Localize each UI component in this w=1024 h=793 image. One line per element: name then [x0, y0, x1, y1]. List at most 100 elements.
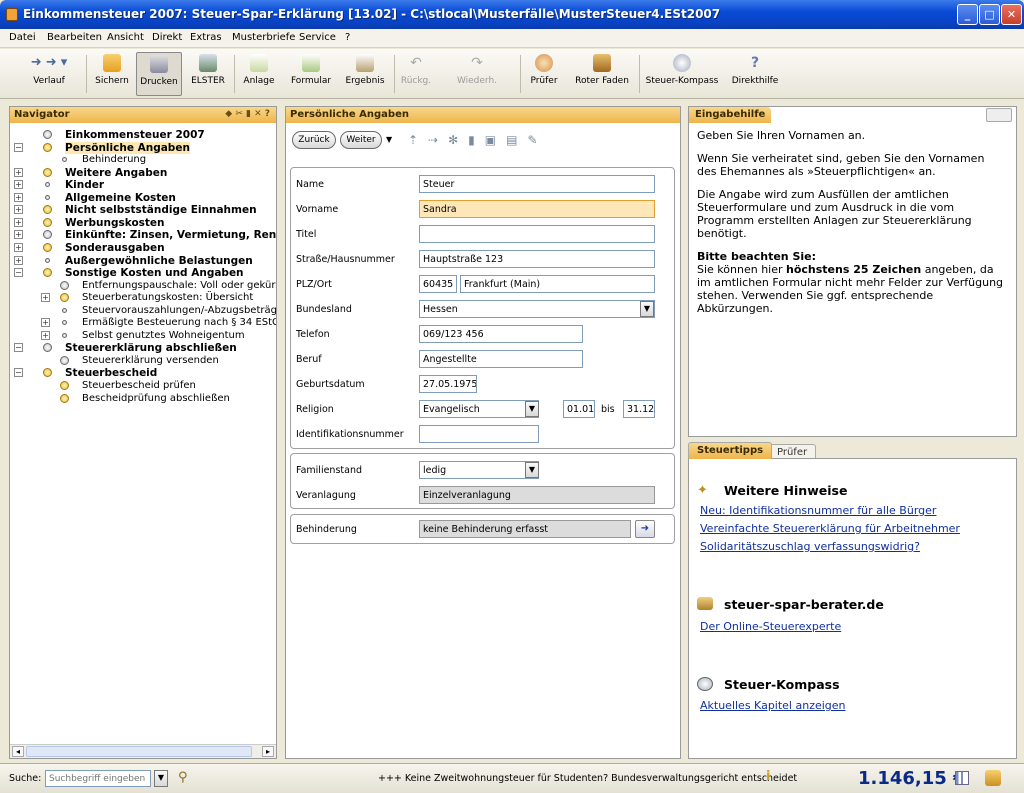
religion-to-field[interactable]: 31.12	[623, 400, 655, 418]
zurueck-button[interactable]: Zurück	[292, 131, 336, 149]
nav-item-einkuenfte[interactable]: Einkünfte: Zinsen, Vermietung, Renten	[65, 229, 276, 241]
sichern-button[interactable]: Sichern	[92, 52, 132, 96]
menu-datei[interactable]: Datei	[9, 32, 36, 43]
geburtsdatum-field[interactable]: 27.05.1975	[419, 375, 477, 393]
religion-from-field[interactable]: 01.01	[563, 400, 595, 418]
religion-dropdown-icon[interactable]: ▼	[525, 401, 539, 417]
roter-faden-button[interactable]: Roter Faden	[572, 52, 632, 96]
nav-item-kinder[interactable]: Kinder	[65, 179, 104, 191]
search-input[interactable]	[45, 770, 151, 787]
nav-item-entfernungspauschale[interactable]: Entfernungspauschale: Voll oder gekürzt	[82, 280, 276, 292]
minimize-button[interactable]: _	[957, 4, 978, 25]
elster-button[interactable]: ELSTER	[188, 52, 228, 96]
menu-musterbriefe[interactable]: Musterbriefe	[232, 32, 295, 43]
ort-field[interactable]: Frankfurt (Main)	[460, 275, 655, 293]
plz-field[interactable]: 60435	[419, 275, 457, 293]
pruefer-button[interactable]: Prüfer	[526, 52, 562, 96]
tip-link-aktuelles-kapitel[interactable]: Aktuelles Kapitel anzeigen	[700, 699, 846, 712]
menu-bearbeiten[interactable]: Bearbeiten	[47, 32, 102, 43]
maximize-button[interactable]: □	[979, 4, 1000, 25]
menu-service[interactable]: Service	[299, 32, 336, 43]
expand-toggle-icon[interactable]: +	[14, 230, 23, 240]
menu-extras[interactable]: Extras	[190, 32, 222, 43]
nav-item-bescheidpruefung-abschliessen[interactable]: Bescheidprüfung abschließen	[82, 393, 230, 405]
lock-icon[interactable]	[985, 770, 1001, 786]
expand-toggle-icon[interactable]: +	[14, 180, 23, 190]
expand-toggle-icon[interactable]: −	[14, 343, 23, 353]
familienstand-select[interactable]: ledig	[419, 461, 539, 479]
tip-link-identifikationsnummer[interactable]: Neu: Identifikationsnummer für alle Bürg…	[700, 504, 936, 517]
nav-item-werbungskosten[interactable]: Werbungskosten	[65, 217, 165, 229]
help-options-icon[interactable]	[986, 108, 1012, 122]
anlage-button[interactable]: Anlage	[238, 52, 280, 96]
close-button[interactable]: ✕	[1001, 4, 1022, 25]
tip-link-vereinfachte-erklaerung[interactable]: Vereinfachte Steuererklärung für Arbeitn…	[700, 522, 960, 535]
expand-toggle-icon[interactable]: +	[14, 167, 23, 177]
undo-button[interactable]: ↶ Rückg.	[398, 52, 434, 96]
navigator-horizontal-scrollbar[interactable]: ◂ ▸	[10, 744, 276, 758]
expand-toggle-icon[interactable]: +	[14, 217, 23, 227]
direkthilfe-button[interactable]: ? Direkthilfe	[730, 52, 780, 96]
nav-item-nicht-selbststaendige-einnahmen[interactable]: Nicht selbstständige Einnahmen	[65, 204, 257, 216]
religion-select[interactable]: Evangelisch	[419, 400, 539, 418]
menu-ansicht[interactable]: Ansicht	[107, 32, 144, 43]
tab-steuertipps[interactable]: Steuertipps	[688, 442, 773, 459]
chart-bars-icon[interactable]	[955, 771, 969, 785]
nav-item-sonderausgaben[interactable]: Sonderausgaben	[65, 242, 165, 254]
tip-link-online-steuerexperte[interactable]: Der Online-Steuerexperte	[700, 620, 841, 633]
expand-toggle-icon[interactable]: +	[14, 242, 23, 252]
info-icon[interactable]: i	[766, 769, 770, 784]
nav-item-sonstige-kosten[interactable]: Sonstige Kosten und Angaben	[65, 267, 244, 279]
nav-item-persoenliche-angaben[interactable]: Persönliche Angaben	[65, 141, 190, 154]
nav-item-aussergewoehnliche-belastungen[interactable]: Außergewöhnliche Belastungen	[65, 255, 253, 267]
formular-button[interactable]: Formular	[288, 52, 334, 96]
nav-item-wohneigentum[interactable]: Selbst genutztes Wohneigentum	[82, 330, 245, 342]
nav-item-steuervorauszahlungen[interactable]: Steuervorauszahlungen/-Abzugsbeträge	[82, 305, 276, 317]
drucken-button[interactable]: Drucken	[136, 52, 182, 96]
tip-link-solidaritaetszuschlag[interactable]: Solidaritätszuschlag verfassungswidrig?	[700, 540, 920, 553]
telefon-field[interactable]: 069/123 456	[419, 325, 583, 343]
bundesland-dropdown-icon[interactable]: ▼	[640, 301, 654, 317]
nav-item-steuerberatungskosten[interactable]: Steuerberatungskosten: Übersicht	[82, 292, 253, 304]
nav-item-einkommensteuer-2007[interactable]: Einkommensteuer 2007	[65, 129, 205, 141]
binoculars-icon[interactable]: ⚲	[178, 770, 188, 785]
beruf-field[interactable]: Angestellte	[419, 350, 583, 368]
expand-toggle-icon[interactable]: −	[14, 142, 23, 152]
menu-direkt[interactable]: Direkt	[152, 32, 182, 43]
vorname-field[interactable]: Sandra	[419, 200, 655, 218]
redo-button[interactable]: ↷ Wiederh.	[454, 52, 500, 96]
news-ticker[interactable]: +++ Keine Zweitwohnungsteuer für Student…	[378, 773, 797, 784]
expand-toggle-icon[interactable]: +	[41, 318, 50, 328]
scroll-thumb[interactable]	[26, 746, 252, 757]
nav-item-steuerbescheid-pruefen[interactable]: Steuerbescheid prüfen	[82, 380, 196, 392]
nav-item-steuererklaerung-versenden[interactable]: Steuererklärung versenden	[82, 355, 219, 367]
idnr-field[interactable]	[419, 425, 539, 443]
ergebnis-button[interactable]: Ergebnis	[342, 52, 388, 96]
titel-field[interactable]	[419, 225, 655, 243]
expand-toggle-icon[interactable]: +	[14, 205, 23, 215]
help-tab[interactable]: Eingabehilfe	[689, 107, 771, 123]
navigator-tools-icon[interactable]: ◆ ✂ ▮ ✕ ?	[225, 109, 270, 119]
nav-item-allgemeine-kosten[interactable]: Allgemeine Kosten	[65, 192, 176, 204]
nav-item-ermaessigte-besteuerung[interactable]: Ermäßigte Besteuerung nach § 34 EStG	[82, 317, 276, 329]
behinderung-go-arrow-icon[interactable]: ➜	[635, 520, 655, 538]
form-tools-icon[interactable]: ⇡⇢✻▮▣▤✎	[408, 133, 548, 147]
weiter-dropdown-icon[interactable]: ▼	[386, 135, 392, 144]
nav-item-weitere-angaben[interactable]: Weitere Angaben	[65, 167, 167, 179]
name-field[interactable]: Steuer	[419, 175, 655, 193]
nav-item-steuerbescheid[interactable]: Steuerbescheid	[65, 367, 157, 379]
weiter-button[interactable]: Weiter	[340, 131, 382, 149]
expand-toggle-icon[interactable]: −	[14, 268, 23, 278]
scroll-left-icon[interactable]: ◂	[12, 746, 24, 757]
nav-item-behinderung[interactable]: Behinderung	[82, 154, 146, 166]
steuer-kompass-button[interactable]: Steuer-Kompass	[644, 52, 720, 96]
menu-help[interactable]: ?	[345, 32, 350, 43]
verlauf-button[interactable]: ➜ ➜ ▾ Verlauf	[18, 52, 80, 96]
nav-item-steuererklaerung-abschliessen[interactable]: Steuererklärung abschließen	[65, 342, 237, 354]
scroll-right-icon[interactable]: ▸	[262, 746, 274, 757]
expand-toggle-icon[interactable]: +	[14, 192, 23, 202]
expand-toggle-icon[interactable]: +	[14, 255, 23, 265]
familienstand-dropdown-icon[interactable]: ▼	[525, 462, 539, 478]
search-dropdown-icon[interactable]: ▼	[154, 770, 168, 787]
expand-toggle-icon[interactable]: −	[14, 368, 23, 378]
